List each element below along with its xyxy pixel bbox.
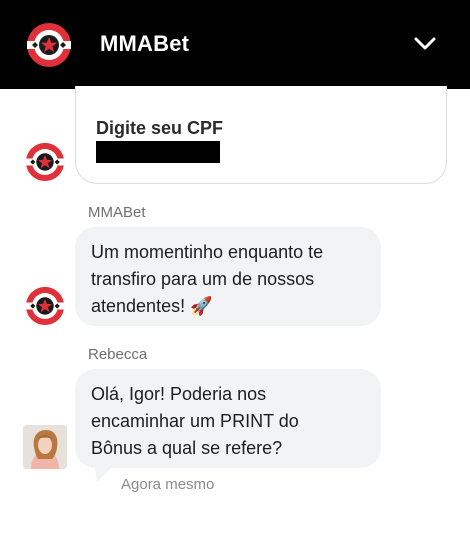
cpf-field-label: Digite seu CPF — [96, 118, 224, 138]
header-title: MMABet — [100, 31, 190, 56]
bot-avatar-icon — [25, 286, 65, 326]
chat-header: MMABet — [0, 0, 470, 89]
mmabet-logo-icon — [27, 23, 71, 67]
message-line: Bônus a qual se refere? — [91, 438, 283, 458]
bot-avatar-icon — [25, 142, 65, 182]
message-sender: Rebecca — [88, 346, 148, 363]
chevron-down-icon[interactable] — [412, 33, 438, 55]
bubble-tail — [95, 468, 111, 482]
message-line: encaminhar um PRINT do — [91, 411, 299, 431]
message-sender: MMABet — [88, 204, 146, 221]
message-line: Um momentinho enquanto te — [91, 242, 324, 262]
message-line: atendentes! 🚀 — [91, 296, 213, 316]
message-line: transfiro para um de nossos — [91, 269, 315, 289]
cpf-input-redacted[interactable] — [96, 141, 220, 163]
message-timestamp: Agora mesmo — [121, 476, 215, 493]
message-bubble: Olá, Igor! Poderia nos encaminhar um PRI… — [75, 369, 381, 468]
agent-avatar — [23, 425, 67, 469]
message-bubble: Um momentinho enquanto te transfiro para… — [75, 227, 381, 326]
message-line: Olá, Igor! Poderia nos — [91, 384, 267, 404]
agent-avatar-image — [23, 425, 67, 469]
